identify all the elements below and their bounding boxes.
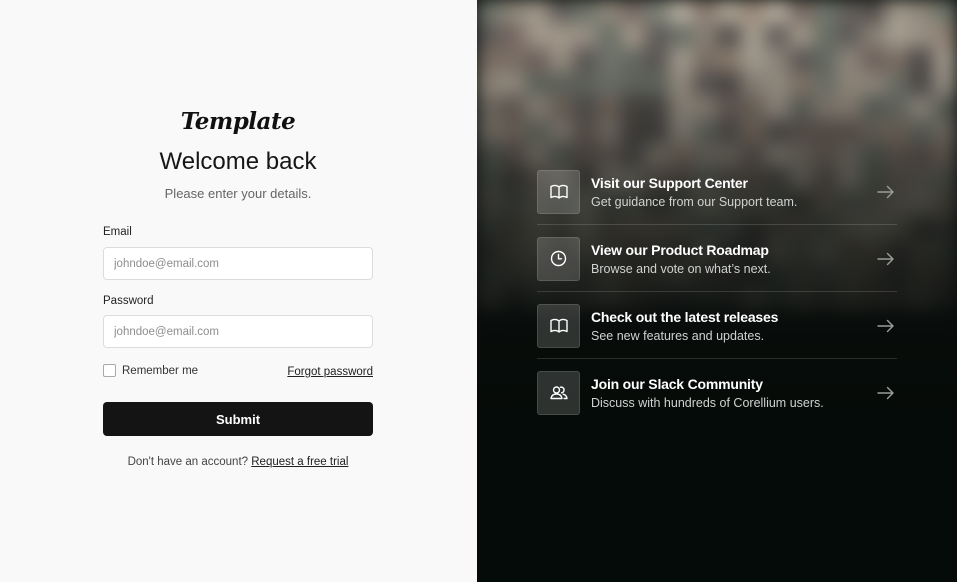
resource-subtitle: Get guidance from our Support team. bbox=[591, 194, 798, 209]
resource-title: Check out the latest releases bbox=[591, 308, 779, 325]
resource-subtitle: Discuss with hundreds of Corellium users… bbox=[591, 395, 824, 410]
login-panel: Template Welcome back Please enter your … bbox=[0, 0, 477, 582]
arrow-right-icon bbox=[877, 386, 894, 399]
login-page: Template Welcome back Please enter your … bbox=[0, 0, 957, 582]
resource-subtitle: Browse and vote on what’s next. bbox=[591, 261, 771, 276]
password-field[interactable] bbox=[103, 315, 373, 348]
book-icon bbox=[537, 169, 580, 214]
resource-title: View our Product Roadmap bbox=[591, 241, 769, 258]
remember-me[interactable]: Remember me bbox=[103, 364, 198, 377]
users-icon bbox=[537, 370, 580, 415]
email-field[interactable] bbox=[103, 247, 373, 280]
email-label: Email bbox=[103, 226, 132, 238]
resource-text: View our Product Roadmap Browse and vote… bbox=[591, 242, 877, 276]
resource-support-center[interactable]: Visit our Support Center Get guidance fr… bbox=[537, 158, 897, 225]
remember-checkbox[interactable] bbox=[103, 364, 116, 377]
page-subtitle: Please enter your details. bbox=[164, 186, 312, 201]
arrow-right-icon bbox=[877, 252, 894, 265]
page-title: Welcome back bbox=[159, 148, 317, 175]
remember-label: Remember me bbox=[122, 364, 199, 377]
resource-slack-community[interactable]: Join our Slack Community Discuss with hu… bbox=[537, 359, 897, 426]
logo: Template bbox=[180, 108, 296, 135]
resource-latest-releases[interactable]: Check out the latest releases See new fe… bbox=[537, 292, 897, 359]
clock-icon bbox=[537, 236, 580, 281]
resource-text: Join our Slack Community Discuss with hu… bbox=[591, 376, 877, 410]
forgot-password-link[interactable]: Forgot password bbox=[287, 366, 373, 378]
resource-title: Join our Slack Community bbox=[591, 375, 763, 392]
arrow-right-icon bbox=[877, 185, 894, 198]
resource-subtitle: See new features and updates. bbox=[591, 328, 765, 343]
arrow-right-icon bbox=[877, 319, 894, 332]
password-label: Password bbox=[103, 295, 154, 307]
resources-panel: Visit our Support Center Get guidance fr… bbox=[477, 0, 957, 582]
resource-title: Visit our Support Center bbox=[591, 174, 748, 191]
signup-text: Don't have an account? bbox=[127, 456, 249, 468]
resource-text: Visit our Support Center Get guidance fr… bbox=[591, 175, 877, 209]
signup-prompt: Don't have an account? Request a free tr… bbox=[103, 456, 373, 468]
resource-product-roadmap[interactable]: View our Product Roadmap Browse and vote… bbox=[537, 225, 897, 292]
book-icon bbox=[537, 303, 580, 348]
submit-button[interactable]: Submit bbox=[103, 402, 373, 436]
request-trial-link[interactable]: Request a free trial bbox=[251, 456, 348, 468]
resource-text: Check out the latest releases See new fe… bbox=[591, 309, 877, 343]
